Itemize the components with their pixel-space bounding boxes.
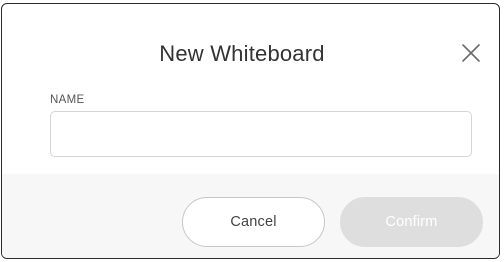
close-icon (462, 44, 480, 62)
cancel-button[interactable]: Cancel (182, 197, 325, 247)
confirm-button[interactable]: Confirm (340, 197, 483, 247)
name-field-label: NAME (50, 94, 85, 106)
name-input[interactable] (50, 111, 472, 157)
close-button[interactable] (454, 36, 488, 70)
dialog-title: New Whiteboard (159, 41, 325, 66)
new-whiteboard-dialog: New Whiteboard NAME Cancel Confirm (1, 3, 500, 259)
